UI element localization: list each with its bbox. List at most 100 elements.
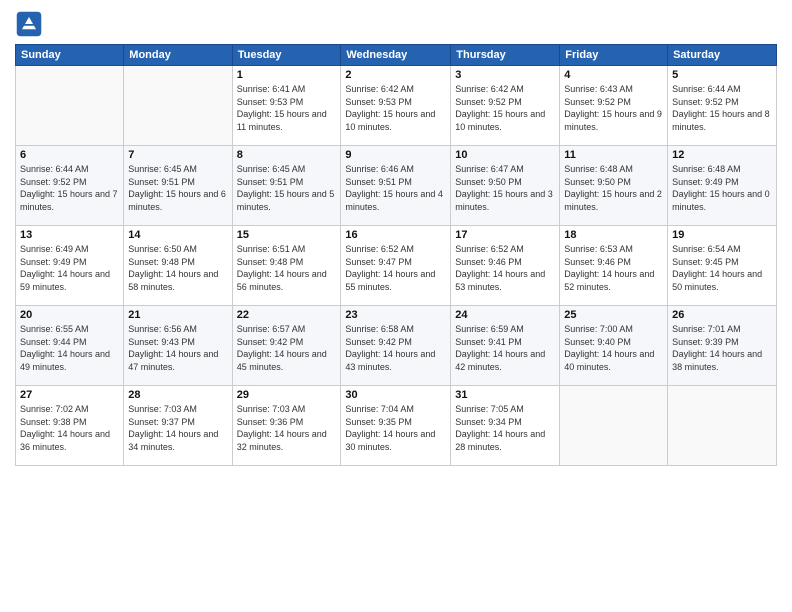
week-row-2: 13Sunrise: 6:49 AM Sunset: 9:49 PM Dayli… [16, 226, 777, 306]
weekday-header-friday: Friday [560, 45, 668, 66]
day-info: Sunrise: 6:41 AM Sunset: 9:53 PM Dayligh… [237, 83, 337, 133]
day-info: Sunrise: 6:44 AM Sunset: 9:52 PM Dayligh… [672, 83, 772, 133]
day-number: 25 [564, 309, 663, 321]
day-info: Sunrise: 7:00 AM Sunset: 9:40 PM Dayligh… [564, 323, 663, 373]
calendar-cell: 9 Sunrise: 6:46 AM Sunset: 9:51 PM Daylig… [341, 146, 451, 226]
day-info: Sunrise: 6:42 AM Sunset: 9:53 PM Dayligh… [345, 83, 446, 133]
calendar-cell: 8 Sunrise: 6:45 AM Sunset: 9:51 PM Daylig… [232, 146, 341, 226]
logo [15, 10, 47, 38]
calendar-cell: 17 Sunrise: 6:52 AM Sunset: 9:46 PM Dayli… [451, 226, 560, 306]
day-info: Sunrise: 7:05 AM Sunset: 9:34 PM Dayligh… [455, 403, 555, 453]
calendar-cell: 2 Sunrise: 6:42 AM Sunset: 9:53 PM Daylig… [341, 66, 451, 146]
calendar-cell [560, 386, 668, 466]
week-row-4: 27 Sunrise: 7:02 AM Sunset: 9:38 PM Dayli… [16, 386, 777, 466]
day-info: Sunrise: 6:52 AM Sunset: 9:46 PM Dayligh… [455, 243, 555, 293]
day-number: 24 [455, 309, 555, 321]
day-number: 5 [672, 69, 772, 81]
calendar-cell: 28 Sunrise: 7:03 AM Sunset: 9:37 PM Dayli… [124, 386, 232, 466]
calendar-cell: 14 Sunrise: 6:50 AM Sunset: 9:48 PM Dayli… [124, 226, 232, 306]
calendar-cell: 1 Sunrise: 6:41 AM Sunset: 9:53 PM Daylig… [232, 66, 341, 146]
day-info: Sunrise: 6:56 AM Sunset: 9:43 PM Dayligh… [128, 323, 227, 373]
day-info: Sunrise: 6:53 AM Sunset: 9:46 PM Dayligh… [564, 243, 663, 293]
calendar-cell: 18Sunrise: 6:53 AM Sunset: 9:46 PM Dayli… [560, 226, 668, 306]
day-number: 8 [237, 149, 337, 161]
day-number: 3 [455, 69, 555, 81]
day-number: 1 [237, 69, 337, 81]
day-number: 26 [672, 309, 772, 321]
day-number: 16 [345, 229, 446, 241]
day-info: Sunrise: 7:02 AM Sunset: 9:38 PM Dayligh… [20, 403, 119, 453]
day-number: 9 [345, 149, 446, 161]
day-number: 29 [237, 389, 337, 401]
day-number: 6 [20, 149, 119, 161]
day-number: 2 [345, 69, 446, 81]
weekday-header-wednesday: Wednesday [341, 45, 451, 66]
day-info: Sunrise: 6:47 AM Sunset: 9:50 PM Dayligh… [455, 163, 555, 213]
day-number: 7 [128, 149, 227, 161]
day-number: 20 [20, 309, 119, 321]
week-row-0: 1 Sunrise: 6:41 AM Sunset: 9:53 PM Daylig… [16, 66, 777, 146]
calendar-cell: 13Sunrise: 6:49 AM Sunset: 9:49 PM Dayli… [16, 226, 124, 306]
calendar-cell: 7 Sunrise: 6:45 AM Sunset: 9:51 PM Daylig… [124, 146, 232, 226]
day-number: 23 [345, 309, 446, 321]
day-info: Sunrise: 6:58 AM Sunset: 9:42 PM Dayligh… [345, 323, 446, 373]
calendar-cell: 25 Sunrise: 7:00 AM Sunset: 9:40 PM Dayli… [560, 306, 668, 386]
calendar-cell: 30Sunrise: 7:04 AM Sunset: 9:35 PM Dayli… [341, 386, 451, 466]
day-number: 12 [672, 149, 772, 161]
day-number: 4 [564, 69, 663, 81]
day-info: Sunrise: 6:55 AM Sunset: 9:44 PM Dayligh… [20, 323, 119, 373]
day-number: 27 [20, 389, 119, 401]
weekday-header-monday: Monday [124, 45, 232, 66]
day-number: 10 [455, 149, 555, 161]
weekday-header-tuesday: Tuesday [232, 45, 341, 66]
day-info: Sunrise: 6:45 AM Sunset: 9:51 PM Dayligh… [128, 163, 227, 213]
day-info: Sunrise: 7:01 AM Sunset: 9:39 PM Dayligh… [672, 323, 772, 373]
calendar-cell [16, 66, 124, 146]
calendar-cell [124, 66, 232, 146]
calendar-cell: 24Sunrise: 6:59 AM Sunset: 9:41 PM Dayli… [451, 306, 560, 386]
day-info: Sunrise: 6:48 AM Sunset: 9:50 PM Dayligh… [564, 163, 663, 213]
day-info: Sunrise: 6:45 AM Sunset: 9:51 PM Dayligh… [237, 163, 337, 213]
calendar-cell: 16 Sunrise: 6:52 AM Sunset: 9:47 PM Dayli… [341, 226, 451, 306]
day-number: 22 [237, 309, 337, 321]
day-info: Sunrise: 6:44 AM Sunset: 9:52 PM Dayligh… [20, 163, 119, 213]
calendar-cell: 22 Sunrise: 6:57 AM Sunset: 9:42 PM Dayli… [232, 306, 341, 386]
calendar-cell: 23 Sunrise: 6:58 AM Sunset: 9:42 PM Dayli… [341, 306, 451, 386]
day-info: Sunrise: 7:03 AM Sunset: 9:36 PM Dayligh… [237, 403, 337, 453]
day-number: 30 [345, 389, 446, 401]
day-info: Sunrise: 6:51 AM Sunset: 9:48 PM Dayligh… [237, 243, 337, 293]
calendar-cell: 27 Sunrise: 7:02 AM Sunset: 9:38 PM Dayli… [16, 386, 124, 466]
weekday-header-saturday: Saturday [668, 45, 777, 66]
day-info: Sunrise: 7:03 AM Sunset: 9:37 PM Dayligh… [128, 403, 227, 453]
week-row-3: 20 Sunrise: 6:55 AM Sunset: 9:44 PM Dayli… [16, 306, 777, 386]
calendar-cell: 11Sunrise: 6:48 AM Sunset: 9:50 PM Dayli… [560, 146, 668, 226]
page: SundayMondayTuesdayWednesdayThursdayFrid… [0, 0, 792, 612]
day-info: Sunrise: 6:54 AM Sunset: 9:45 PM Dayligh… [672, 243, 772, 293]
calendar-cell: 15 Sunrise: 6:51 AM Sunset: 9:48 PM Dayli… [232, 226, 341, 306]
calendar-cell: 6 Sunrise: 6:44 AM Sunset: 9:52 PM Daylig… [16, 146, 124, 226]
weekday-header-thursday: Thursday [451, 45, 560, 66]
day-info: Sunrise: 6:50 AM Sunset: 9:48 PM Dayligh… [128, 243, 227, 293]
calendar-cell: 12 Sunrise: 6:48 AM Sunset: 9:49 PM Dayli… [668, 146, 777, 226]
day-number: 13 [20, 229, 119, 241]
day-number: 31 [455, 389, 555, 401]
day-info: Sunrise: 6:42 AM Sunset: 9:52 PM Dayligh… [455, 83, 555, 133]
calendar-cell: 21Sunrise: 6:56 AM Sunset: 9:43 PM Dayli… [124, 306, 232, 386]
day-number: 14 [128, 229, 227, 241]
day-info: Sunrise: 6:57 AM Sunset: 9:42 PM Dayligh… [237, 323, 337, 373]
day-info: Sunrise: 6:46 AM Sunset: 9:51 PM Dayligh… [345, 163, 446, 213]
weekday-header-sunday: Sunday [16, 45, 124, 66]
weekday-header-row: SundayMondayTuesdayWednesdayThursdayFrid… [16, 45, 777, 66]
calendar-cell: 31 Sunrise: 7:05 AM Sunset: 9:34 PM Dayli… [451, 386, 560, 466]
calendar: SundayMondayTuesdayWednesdayThursdayFrid… [15, 44, 777, 466]
week-row-1: 6 Sunrise: 6:44 AM Sunset: 9:52 PM Daylig… [16, 146, 777, 226]
day-info: Sunrise: 6:52 AM Sunset: 9:47 PM Dayligh… [345, 243, 446, 293]
day-number: 28 [128, 389, 227, 401]
day-info: Sunrise: 6:48 AM Sunset: 9:49 PM Dayligh… [672, 163, 772, 213]
calendar-cell [668, 386, 777, 466]
calendar-cell: 26 Sunrise: 7:01 AM Sunset: 9:39 PM Dayli… [668, 306, 777, 386]
day-number: 17 [455, 229, 555, 241]
calendar-cell: 4Sunrise: 6:43 AM Sunset: 9:52 PM Daylig… [560, 66, 668, 146]
day-number: 15 [237, 229, 337, 241]
calendar-cell: 20 Sunrise: 6:55 AM Sunset: 9:44 PM Dayli… [16, 306, 124, 386]
